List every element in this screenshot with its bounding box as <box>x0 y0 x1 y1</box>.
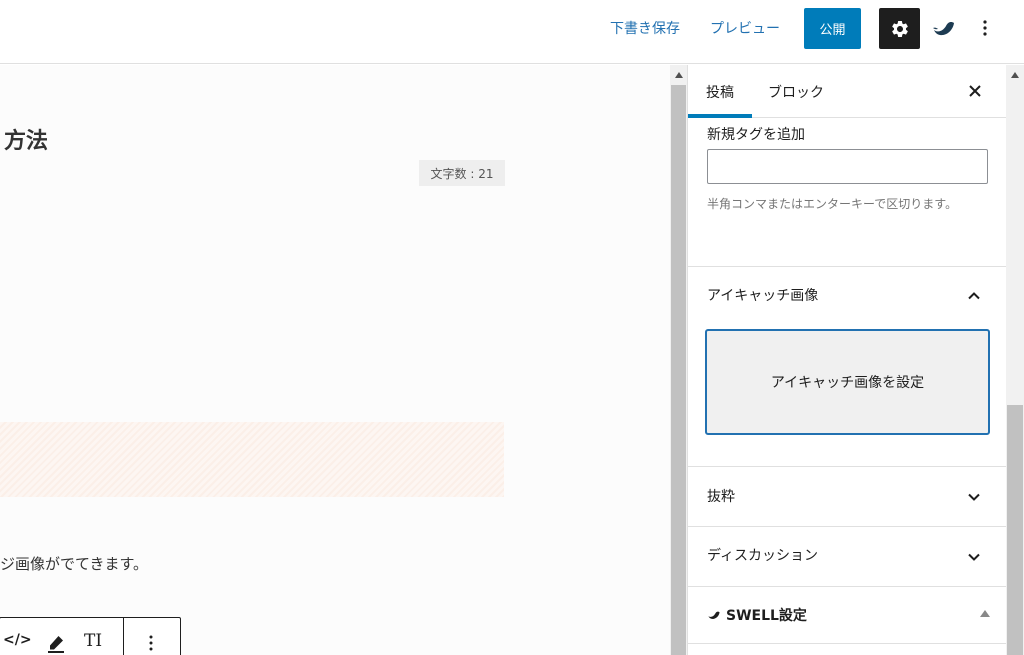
panel-divider <box>688 466 1006 467</box>
close-icon <box>969 85 981 97</box>
chevron-down-icon[interactable] <box>964 547 984 567</box>
tag-input-label: 新規タグを追加 <box>707 127 805 143</box>
preview-button[interactable]: プレビュー <box>710 18 780 38</box>
triangle-up-icon[interactable] <box>980 610 990 617</box>
more-options-button[interactable] <box>974 16 996 40</box>
editor-canvas[interactable]: 方法 文字数 : 21 ジ画像がでてきます。 </> TI <box>0 65 670 655</box>
word-count-badge: 文字数 : 21 <box>419 160 505 186</box>
panel-divider <box>688 526 1006 527</box>
toolbar-divider <box>123 618 124 655</box>
inline-code-icon[interactable]: </> <box>3 632 32 654</box>
canvas-scrollbar-thumb[interactable] <box>671 85 686 655</box>
canvas-scroll-up-arrow[interactable] <box>670 65 687 85</box>
more-vertical-icon <box>149 635 153 651</box>
panel-divider <box>688 266 1006 267</box>
swell-settings-title: SWELL設定 <box>726 608 807 624</box>
triangle-up-icon <box>674 72 683 78</box>
gear-icon <box>891 20 908 37</box>
excerpt-panel-toggle[interactable]: 抜粋 <box>707 486 735 506</box>
sidebar-scrollbar-thumb[interactable] <box>1007 405 1023 655</box>
save-draft-button[interactable]: 下書き保存 <box>610 18 680 38</box>
sidebar-tabs: 投稿 ブロック <box>688 65 1006 118</box>
close-sidebar-button[interactable] <box>963 79 987 103</box>
paragraph-block[interactable]: ジ画像がでてきます。 <box>0 553 148 574</box>
block-toolbar: </> TI <box>0 617 181 655</box>
swell-plugin-button[interactable] <box>930 16 958 40</box>
swell-logo-icon <box>708 611 720 619</box>
set-featured-image-button[interactable]: アイキャッチ画像を設定 <box>705 329 990 435</box>
tag-input[interactable] <box>707 149 988 184</box>
highlight-pen-icon[interactable] <box>44 632 68 655</box>
settings-button[interactable] <box>879 8 920 49</box>
post-title[interactable]: 方法 <box>4 123 48 155</box>
more-vertical-icon <box>983 20 987 36</box>
text-size-button[interactable]: TI <box>84 631 102 651</box>
panel-divider <box>688 643 1006 644</box>
chevron-up-icon[interactable] <box>964 285 984 305</box>
image-block-placeholder[interactable] <box>0 422 504 497</box>
settings-sidebar: 投稿 ブロック 新規タグを追加 半角コンマまたはエンターキーで区切ります。 アイ… <box>687 65 1006 655</box>
tab-post[interactable]: 投稿 <box>688 65 752 118</box>
swell-logo-icon <box>933 22 954 36</box>
tag-help-text: 半角コンマまたはエンターキーで区切ります。 <box>707 197 958 211</box>
triangle-up-icon <box>1011 72 1019 78</box>
discussion-panel-toggle[interactable]: ディスカッション <box>707 545 818 565</box>
chevron-down-icon[interactable] <box>964 487 984 507</box>
sidebar-scroll-up-arrow[interactable] <box>1006 65 1024 85</box>
active-tab-indicator <box>688 114 752 118</box>
featured-image-panel-toggle[interactable]: アイキャッチ画像 <box>707 285 818 305</box>
block-more-button[interactable] <box>140 631 162 655</box>
editor-header: 下書き保存 プレビュー 公開 <box>0 0 1024 64</box>
panel-divider <box>688 586 1006 587</box>
tab-block[interactable]: ブロック <box>768 65 824 118</box>
swell-settings-panel-toggle[interactable]: SWELL設定 <box>707 605 807 625</box>
publish-button[interactable]: 公開 <box>804 8 861 49</box>
